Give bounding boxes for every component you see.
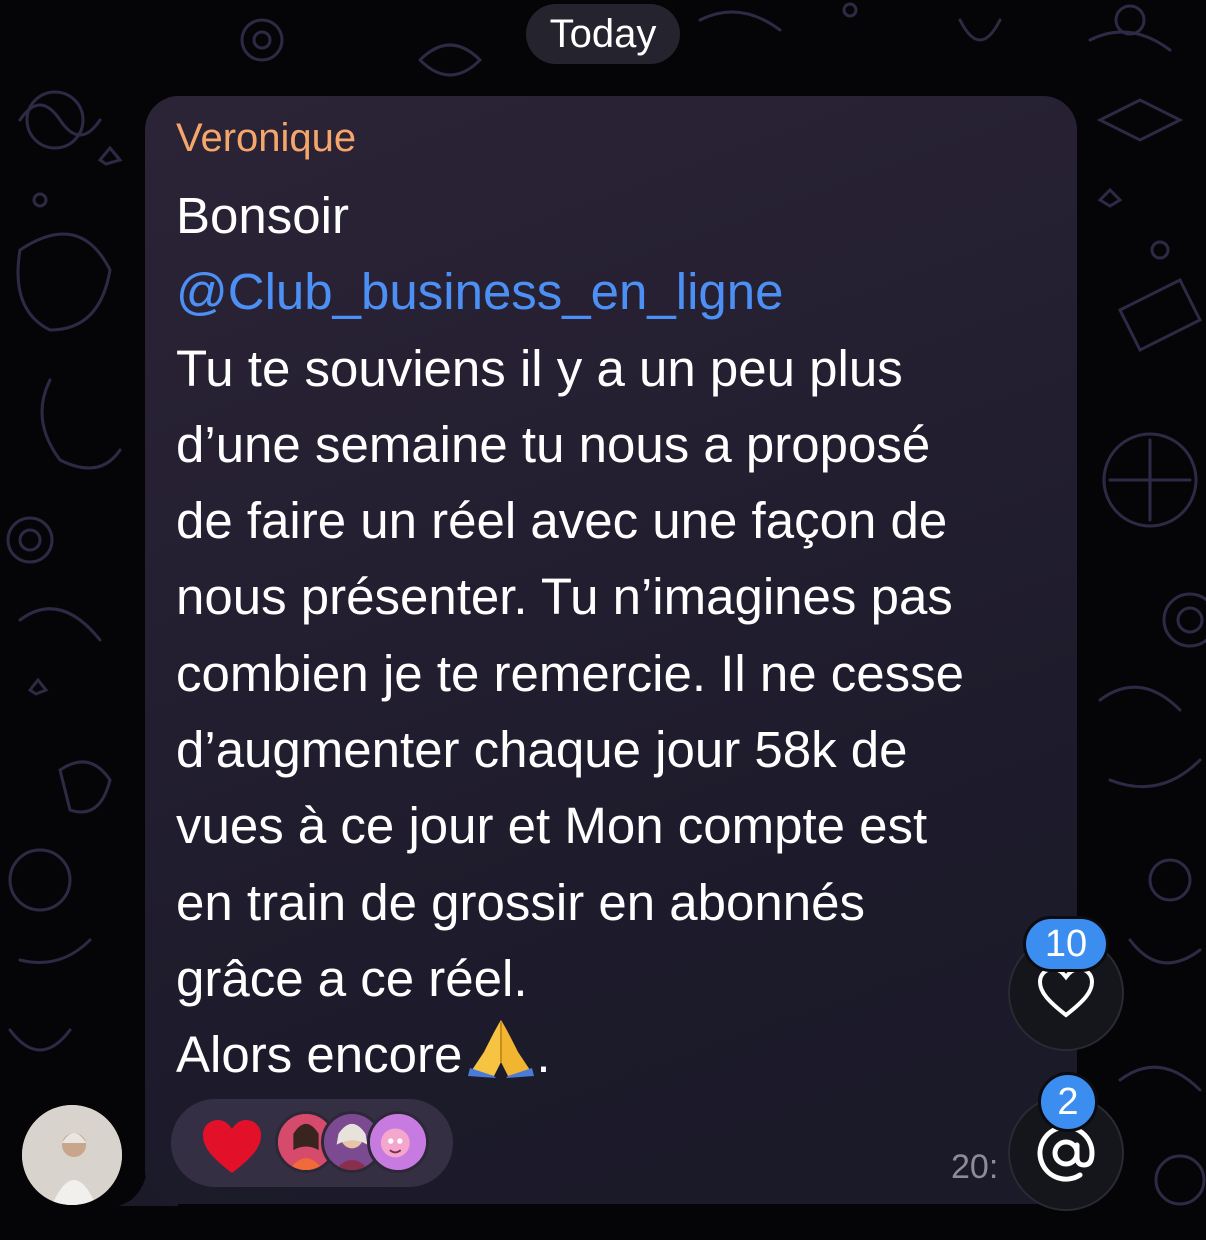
message-line: d’augmenter chaque jour 58k de xyxy=(176,721,908,779)
message-line: Tu te souviens il y a un peu plus xyxy=(176,339,903,397)
sender-avatar[interactable] xyxy=(22,1105,122,1205)
message-line: combien je te remercie. Il ne cesse xyxy=(176,644,965,702)
reactions-count-badge: 10 xyxy=(1023,916,1109,972)
message-line: en train de grossir en abonnés xyxy=(176,873,865,931)
at-icon xyxy=(1037,1124,1095,1182)
sender-name[interactable]: Veronique xyxy=(176,116,356,161)
folded-hands-emoji-icon xyxy=(468,1020,535,1079)
date-separator: Today xyxy=(526,4,680,64)
mentions-count-badge: 2 xyxy=(1038,1072,1098,1132)
reactor-avatar xyxy=(367,1111,429,1173)
message-line-text: Alors encore xyxy=(176,1026,463,1084)
message-line: nous présenter. Tu n’imagines pas xyxy=(176,568,953,626)
message-line: Bonsoir xyxy=(176,187,349,244)
message-line: grâce a ce réel. xyxy=(176,949,528,1007)
heart-outline-icon xyxy=(1037,966,1095,1018)
message-bubble[interactable]: Veronique Bonsoir @Club_business_en_lign… xyxy=(145,96,1077,1204)
reaction-pill[interactable] xyxy=(171,1099,453,1187)
message-time: 20: xyxy=(951,1148,999,1186)
red-heart-icon xyxy=(203,1120,261,1173)
mention-link[interactable]: @Club_business_en_ligne xyxy=(176,254,1056,330)
message-line: de faire un réel avec une façon de xyxy=(176,492,948,550)
message-line: vues à ce jour et Mon compte est xyxy=(176,797,928,855)
message-line: d’une semaine tu nous a proposé xyxy=(176,415,931,473)
message-line-text: . xyxy=(536,1026,551,1084)
message-text: Bonsoir @Club_business_en_ligne Tu te so… xyxy=(176,178,1056,1094)
message-line-last: Alors encore . xyxy=(176,1017,1056,1093)
